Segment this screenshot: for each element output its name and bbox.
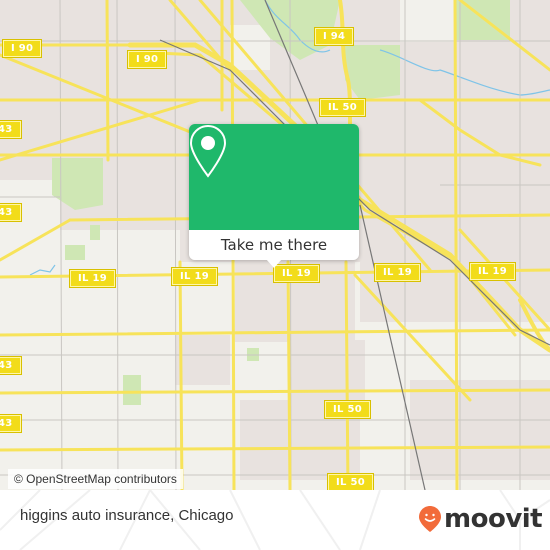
road-shield-i90: I 90 — [1, 39, 43, 58]
popup-footer: Take me there — [189, 230, 359, 260]
road-shield-il19: IL 19 — [374, 263, 421, 282]
footer: higgins auto insurance, Chicago moovit — [0, 490, 550, 550]
moovit-wordmark: moovit — [444, 504, 543, 534]
road-shield-il50: IL 50 — [327, 473, 374, 490]
popup-header — [189, 124, 359, 230]
road-shield-43: 43 — [0, 356, 22, 375]
road-shield-il50: IL 50 — [324, 400, 371, 419]
take-me-there-button[interactable]: Take me there — [189, 230, 359, 260]
road-shield-43: 43 — [0, 203, 22, 222]
road-shield-il19: IL 19 — [171, 267, 218, 286]
road-shield-43: 43 — [0, 120, 22, 139]
road-shield-i94: I 94 — [313, 27, 355, 46]
road-shield-i90: I 90 — [126, 50, 168, 69]
map-pin-icon — [189, 124, 227, 178]
place-title: higgins auto insurance, Chicago — [20, 507, 234, 524]
map-attribution[interactable]: © OpenStreetMap contributors — [8, 469, 183, 489]
road-shield-il19: IL 19 — [469, 262, 516, 281]
road-shield-il19: IL 19 — [69, 269, 116, 288]
moovit-logo-icon — [419, 506, 441, 532]
road-shield-il50: IL 50 — [319, 98, 366, 117]
moovit-logo[interactable]: moovit — [418, 504, 543, 534]
popup-pointer — [266, 259, 282, 268]
road-shield-43: 43 — [0, 414, 22, 433]
destination-popup: Take me there — [189, 124, 359, 268]
map[interactable]: I 90 I 90 I 94 IL 50 43 43 IL 19 IL 19 I… — [0, 0, 550, 490]
